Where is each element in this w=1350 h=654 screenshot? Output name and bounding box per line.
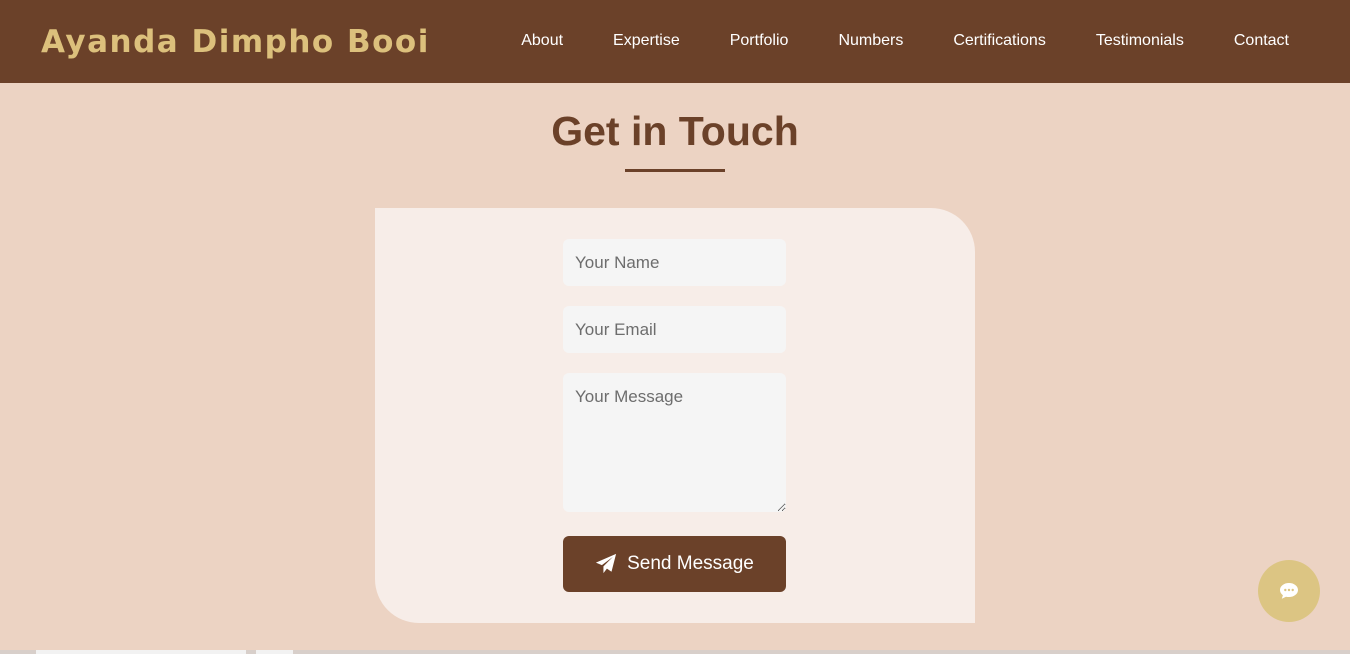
- chat-button[interactable]: [1258, 560, 1320, 622]
- site-header: Ayanda Dimpho Booi About Expertise Portf…: [0, 0, 1350, 83]
- nav-link-portfolio[interactable]: Portfolio: [730, 32, 789, 50]
- name-input[interactable]: [563, 239, 786, 286]
- brand-logo[interactable]: Ayanda Dimpho Booi: [41, 24, 430, 60]
- bottom-strip-segment: [36, 650, 246, 654]
- send-message-label: Send Message: [627, 553, 754, 574]
- main-nav: About Expertise Portfolio Numbers Certif…: [521, 32, 1289, 50]
- chat-bubble-icon: [1280, 583, 1298, 599]
- email-input[interactable]: [563, 306, 786, 353]
- bottom-scroll-strip: [0, 650, 1350, 654]
- title-underline: [625, 169, 725, 172]
- nav-link-numbers[interactable]: Numbers: [838, 32, 903, 50]
- bottom-strip-segment: [256, 650, 293, 654]
- nav-link-testimonials[interactable]: Testimonials: [1096, 32, 1184, 50]
- section-title: Get in Touch: [551, 108, 799, 154]
- nav-link-expertise[interactable]: Expertise: [613, 32, 680, 50]
- nav-link-certifications[interactable]: Certifications: [953, 32, 1045, 50]
- nav-link-contact[interactable]: Contact: [1234, 32, 1289, 50]
- message-textarea[interactable]: [563, 373, 786, 512]
- nav-link-about[interactable]: About: [521, 32, 563, 50]
- paper-plane-icon: [596, 553, 617, 574]
- send-message-button[interactable]: Send Message: [563, 536, 786, 592]
